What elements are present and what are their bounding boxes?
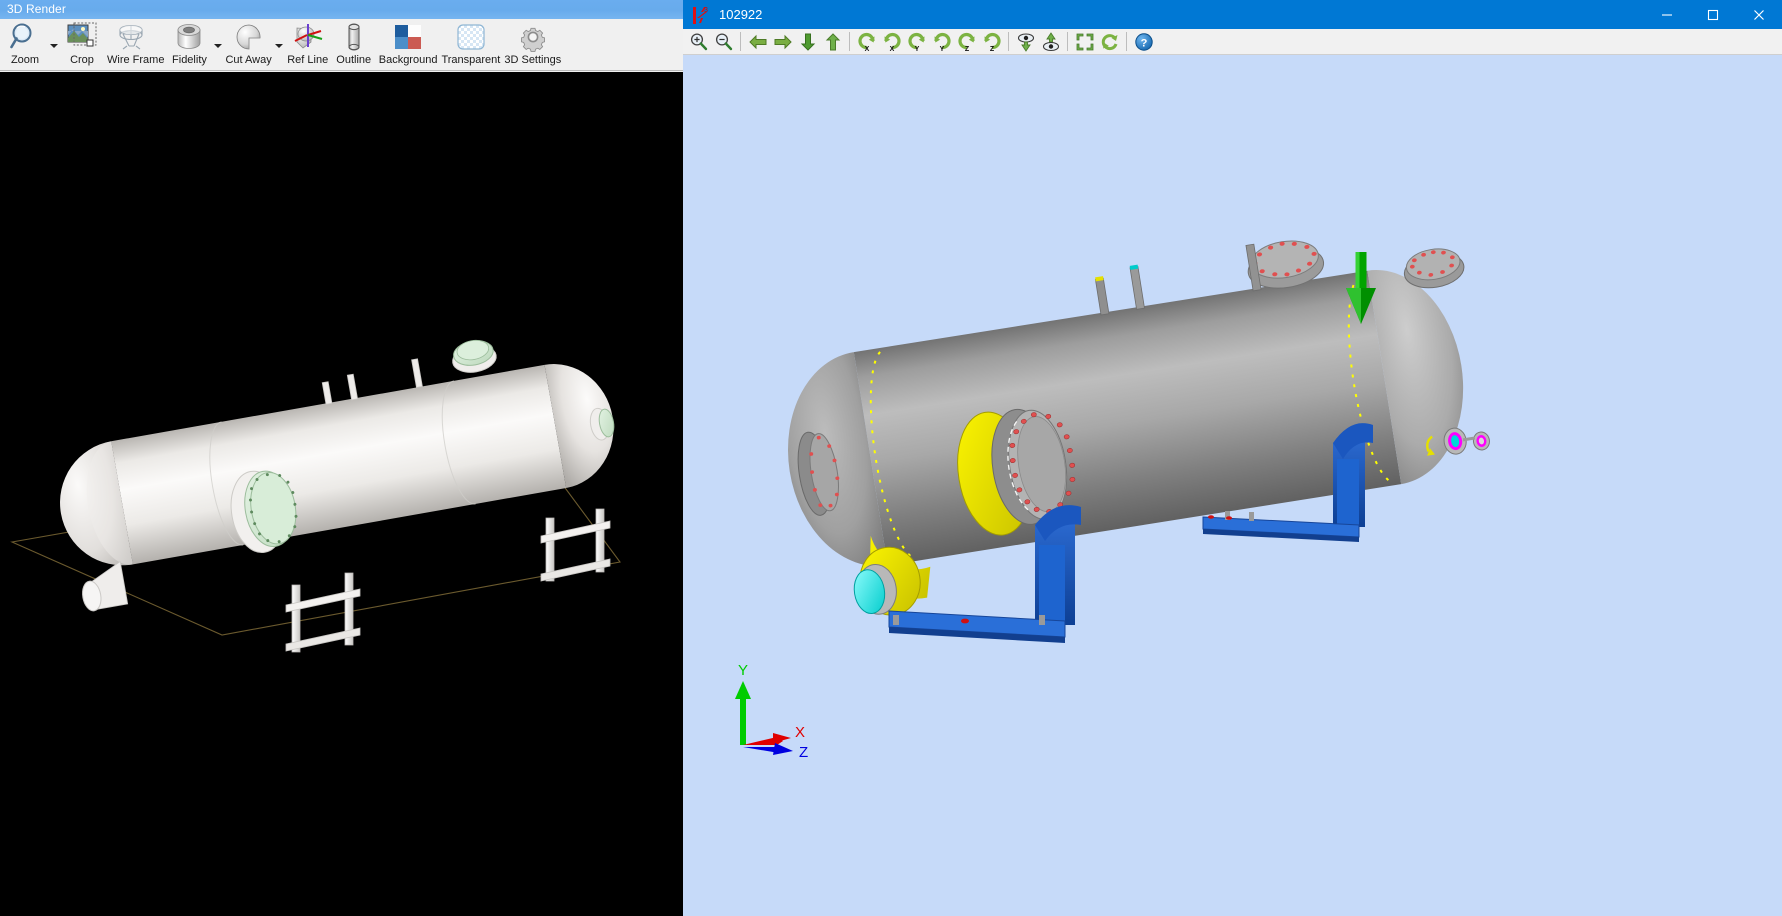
maximize-button[interactable] (1690, 0, 1736, 29)
magnifier-icon (4, 20, 46, 53)
zoom-button[interactable]: Zoom (2, 19, 48, 71)
axis-x-label: X (795, 724, 805, 741)
right-window-title: 102922 (719, 7, 763, 22)
pan-down-button[interactable] (795, 30, 820, 54)
rotate-x-cw-button[interactable]: X (879, 30, 904, 54)
background-button-label: Background (378, 54, 438, 66)
reference-axis-icon (287, 20, 329, 53)
fidelity-button-label: Fidelity (172, 54, 207, 66)
ref-line-button-label: Ref Line (287, 54, 329, 66)
background-button[interactable]: Background (377, 19, 440, 71)
rotate-x-ccw-button[interactable]: X (854, 30, 879, 54)
cylinder-fidelity-icon (168, 20, 210, 53)
wire-frame-button-label: Wire Frame (107, 54, 165, 66)
close-button[interactable] (1736, 0, 1782, 29)
rotate-z-cw-button[interactable]: Z (979, 30, 1004, 54)
ref-line-button[interactable]: Ref Line (285, 19, 331, 71)
top-nozzle (452, 339, 497, 373)
left-3d-viewport[interactable] (0, 72, 683, 916)
cut-away-button-label: Cut Away (225, 54, 272, 66)
bottom-drain-nozzle (82, 560, 129, 612)
pan-left-button[interactable] (745, 30, 770, 54)
gear-icon (512, 20, 554, 53)
crop-button-label: Crop (70, 54, 94, 66)
crop-button[interactable]: Crop (59, 19, 105, 71)
viewer-toolbar: X X Y Y Z Z ? (683, 29, 1782, 55)
window-controls (1644, 0, 1782, 29)
axis-y-head (735, 681, 751, 699)
application-root: 3D Render Zoom Crop Wire Frame Fidelity … (0, 0, 1782, 916)
outline-button-label: Outline (336, 54, 372, 66)
rotate-z-ccw-button[interactable]: Z (954, 30, 979, 54)
transparent-button-label: Transparent (441, 54, 501, 66)
pan-right-button[interactable] (770, 30, 795, 54)
axis-triad: Y X Z (735, 662, 808, 761)
f3-red-flag-icon: 3 (691, 5, 713, 25)
left-window-title: 3D Render (7, 2, 66, 16)
view-up-button[interactable] (1038, 30, 1063, 54)
svg-text:3: 3 (704, 7, 708, 14)
rotate-x-axis-label: X (864, 46, 869, 52)
zoom-button-label: Zoom (10, 54, 40, 66)
cut-away-dropdown-arrow[interactable] (274, 19, 285, 71)
cut-away-button[interactable]: Cut Away (223, 19, 273, 71)
render-toolbar: Zoom Crop Wire Frame Fidelity Cut Away R… (0, 19, 683, 71)
saddle-support-left (285, 572, 361, 653)
rotate-y-ccw-button[interactable]: Y (904, 30, 929, 54)
left-window-titlebar: 3D Render (0, 0, 683, 19)
minimize-button[interactable] (1644, 0, 1690, 29)
right-3d-viewport[interactable]: Y X Z (683, 55, 1782, 916)
rotate-x-axis-label: X (889, 46, 894, 52)
rotate-y-cw-button[interactable]: Y (929, 30, 954, 54)
3d-render-window: 3D Render Zoom Crop Wire Frame Fidelity … (0, 0, 683, 916)
crop-image-icon (61, 20, 103, 53)
rotate-z-axis-label: Z (989, 46, 994, 52)
left-vessel-render (10, 339, 621, 653)
3d-settings-button-label: 3D Settings (504, 54, 562, 66)
3d-settings-button[interactable]: 3D Settings (502, 19, 563, 71)
outline-cylinder-icon (333, 20, 375, 53)
help-button[interactable]: ? (1131, 30, 1156, 54)
rotate-z-axis-label: Z (964, 46, 969, 52)
wireframe-icon (115, 20, 157, 53)
zoom-in-button[interactable] (686, 30, 711, 54)
model-viewer-window: 3 102922 X X Y Y Z Z ? Y X Z (683, 0, 1782, 916)
toolbar-separator (1008, 32, 1009, 51)
cut-away-sphere-icon (228, 20, 270, 53)
transparency-grid-icon (450, 20, 492, 53)
rotate-y-axis-label: Y (939, 46, 944, 52)
axis-y-label: Y (738, 662, 748, 679)
saddle-support-right (540, 508, 611, 582)
axis-z-head (773, 743, 793, 755)
toolbar-separator (849, 32, 850, 51)
axis-y-shaft (740, 697, 746, 745)
fidelity-button[interactable]: Fidelity (166, 19, 212, 71)
reset-view-button[interactable] (1097, 30, 1122, 54)
fidelity-dropdown-arrow[interactable] (212, 19, 223, 71)
view-down-button[interactable] (1013, 30, 1038, 54)
axis-z-label: Z (799, 744, 808, 761)
zoom-out-button[interactable] (711, 30, 736, 54)
wire-frame-button[interactable]: Wire Frame (105, 19, 166, 71)
toolbar-separator (740, 32, 741, 51)
right-vessel-render: Y X Z (735, 240, 1490, 761)
transparent-button[interactable]: Transparent (439, 19, 502, 71)
pan-up-button[interactable] (820, 30, 845, 54)
zoom-dropdown-arrow[interactable] (48, 19, 59, 71)
toolbar-separator (1067, 32, 1068, 51)
toolbar-separator (1126, 32, 1127, 51)
svg-text:?: ? (1140, 37, 1147, 49)
rotate-y-axis-label: Y (914, 46, 919, 52)
outline-button[interactable]: Outline (331, 19, 377, 71)
background-swatch-icon (387, 20, 429, 53)
zoom-fit-button[interactable] (1072, 30, 1097, 54)
right-window-titlebar: 3 102922 (683, 0, 1782, 29)
